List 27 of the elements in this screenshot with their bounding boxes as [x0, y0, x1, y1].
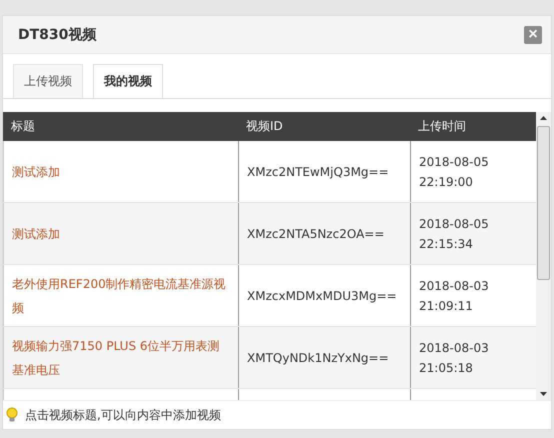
upload-time: 21:05:18 [419, 360, 473, 374]
video-id: XMzcxMDMxMDU3Mg== [247, 288, 397, 302]
dialog-title: DT830视频 [18, 26, 96, 44]
column-header: 上传时间 [417, 118, 467, 135]
lightbulb-icon [5, 407, 19, 423]
video-title-link[interactable]: 测试添加 [12, 222, 60, 246]
upload-time: 22:19:00 [419, 174, 473, 188]
video-title-link[interactable]: 视频输力强7150 PLUS 6位半万用表测基准电压 [12, 334, 230, 382]
column-header: 标题 [10, 118, 36, 135]
scrollbar[interactable] [536, 112, 551, 400]
upload-time: 21:09:11 [419, 298, 473, 312]
video-id: XMzc2NTEwMjQ3Mg== [247, 164, 389, 178]
video-id: XMTQyNDk1NzYxNg== [247, 350, 389, 364]
video-title-link[interactable]: 老外使用REF200制作精密电流基准源视频 [12, 272, 230, 320]
scroll-thumb[interactable] [537, 126, 550, 280]
video-id: XMzc2NTA5Nzc2OA== [247, 226, 384, 240]
upload-time: 22:15:34 [419, 236, 473, 250]
tab[interactable]: 我的视频 [93, 64, 163, 98]
close-button[interactable]: × [524, 26, 542, 44]
tab[interactable]: 上传视频 [13, 64, 83, 98]
upload-date: 2018-08-03 [419, 340, 489, 354]
upload-date: 2018-08-03 [419, 278, 489, 292]
upload-date: 2018-08-05 [419, 216, 489, 230]
video-title-link[interactable]: 测试添加 [12, 160, 60, 184]
hint-text: 点击视频标题,可以向内容中添加视频 [25, 406, 221, 424]
column-header: 视频ID [245, 118, 284, 135]
upload-date: 2018-08-05 [419, 154, 489, 168]
